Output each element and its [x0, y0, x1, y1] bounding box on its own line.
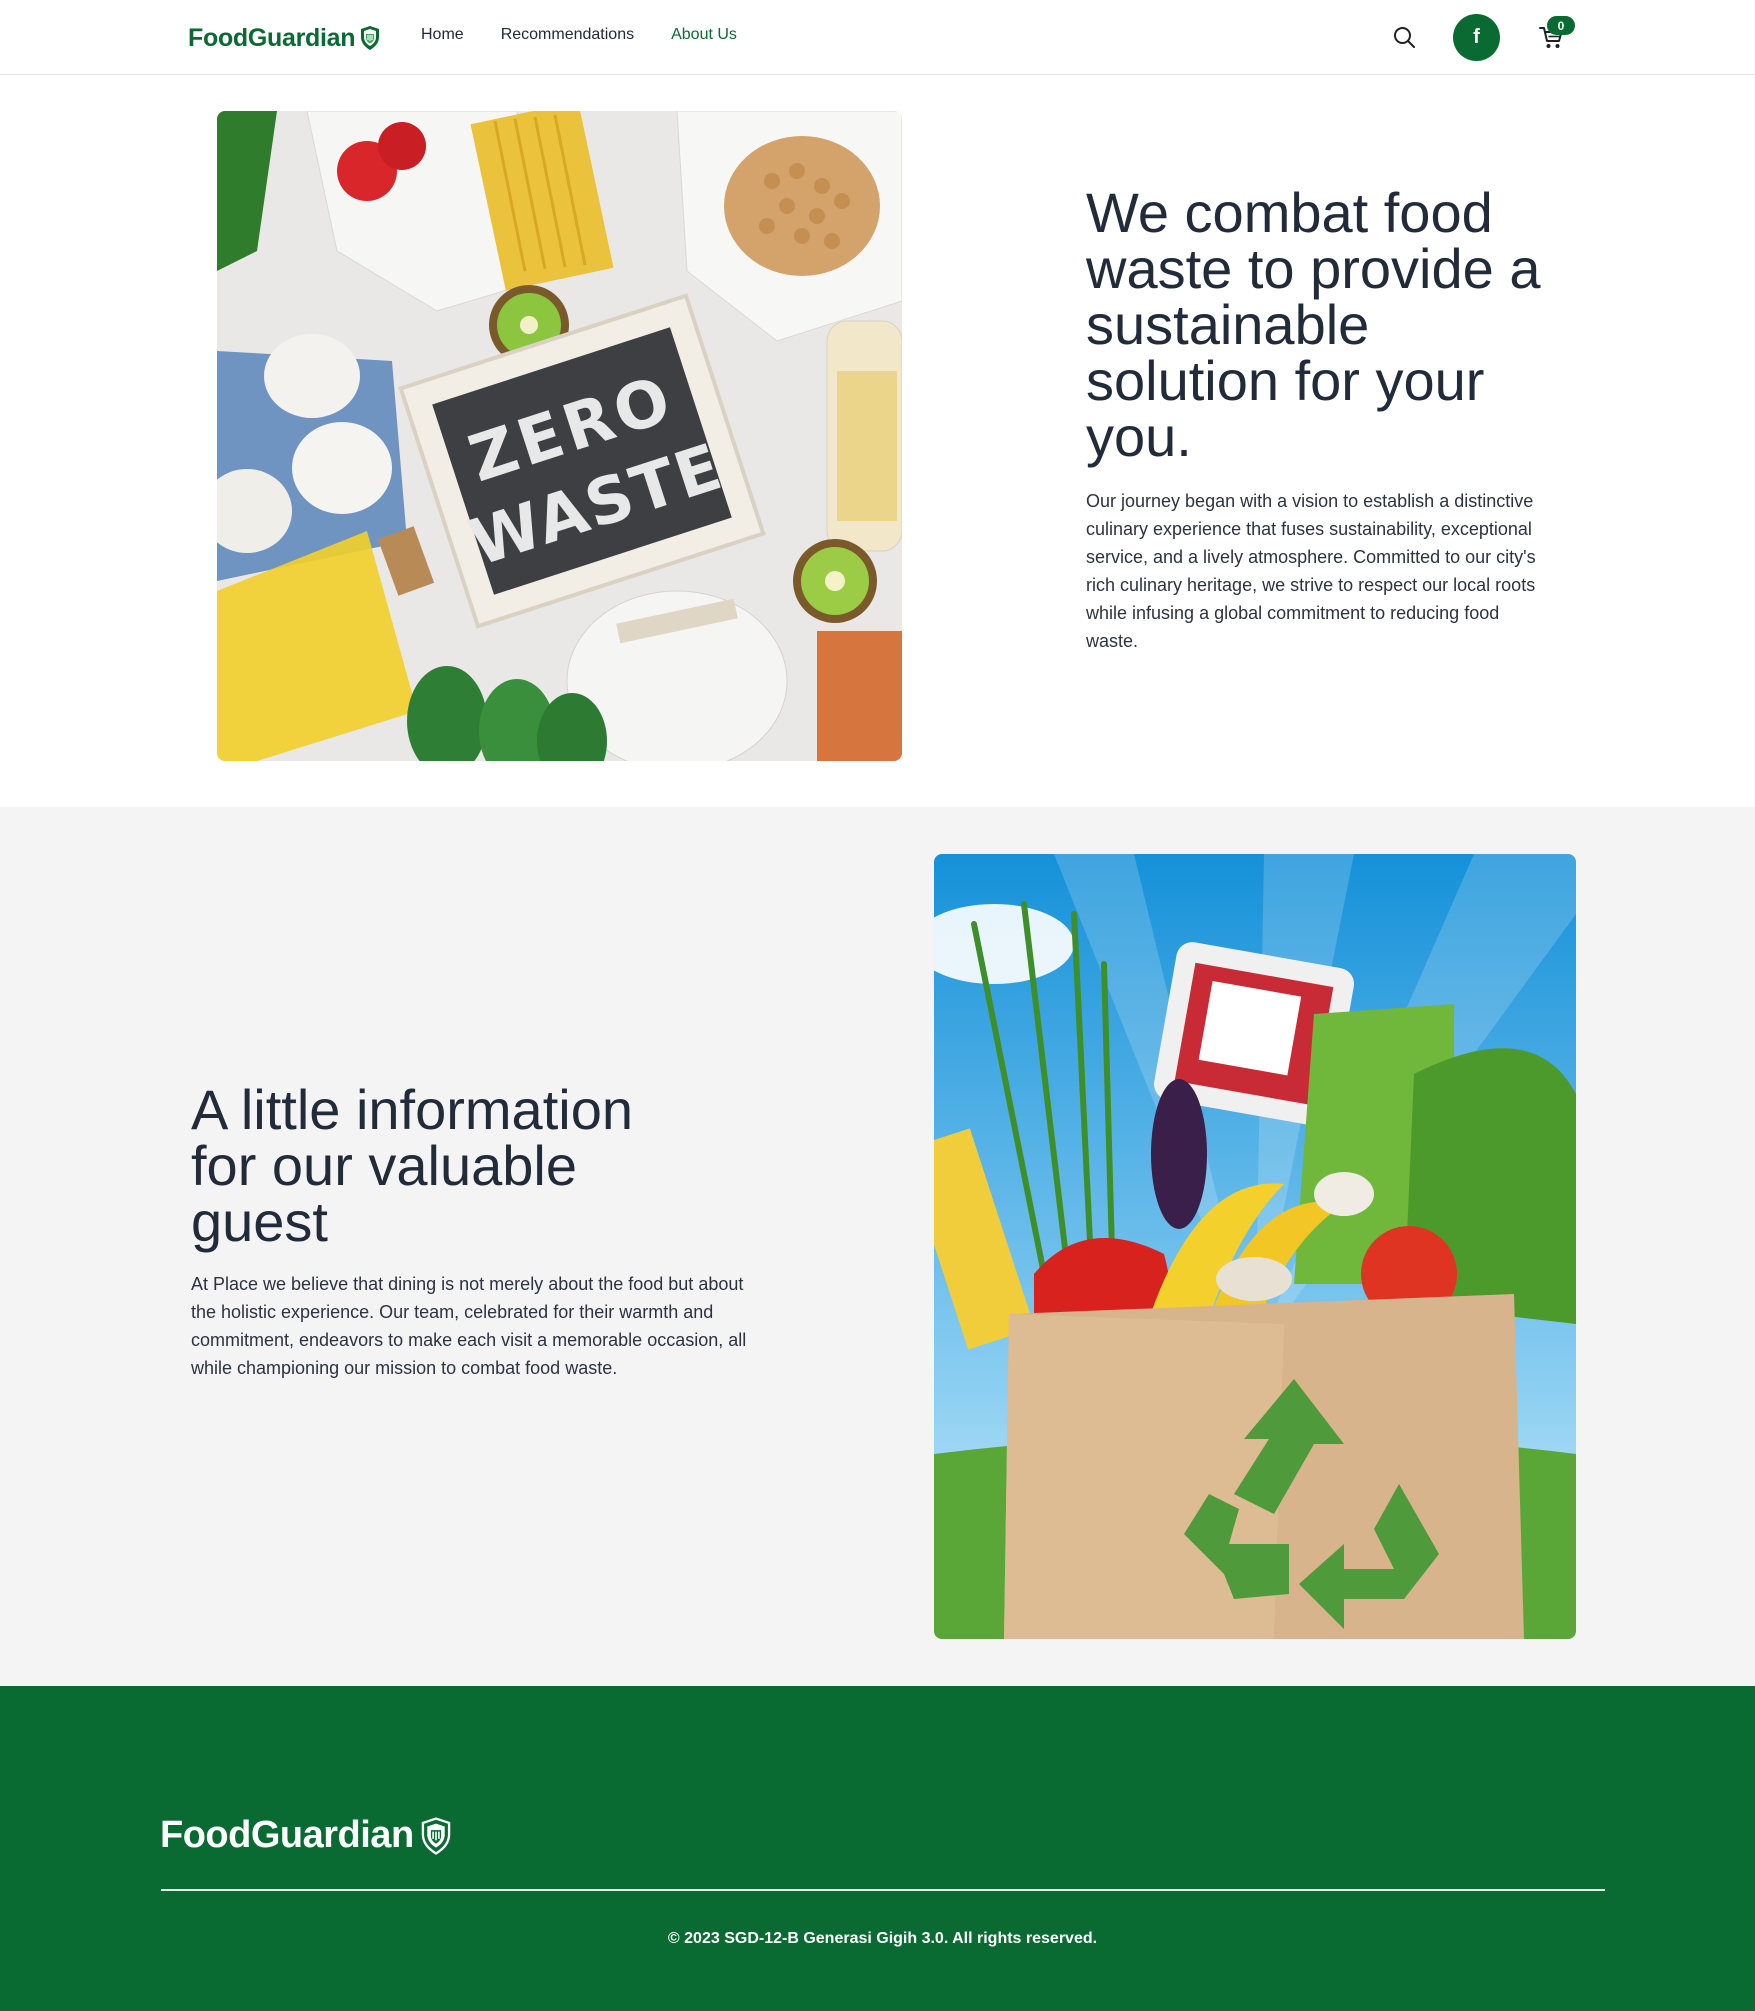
- brand-logo[interactable]: FoodGuardian: [188, 22, 381, 54]
- info-heading: A little information for our valuable gu…: [191, 1078, 633, 1253]
- zero-waste-illustration: ZERO WASTE: [217, 111, 902, 761]
- nav-recommendations[interactable]: Recommendations: [501, 26, 634, 44]
- cart-count-badge: 0: [1547, 16, 1575, 35]
- search-icon[interactable]: [1392, 25, 1416, 49]
- footer-brand-name: FoodGuardian: [160, 1814, 414, 1856]
- grocery-bag-image: [934, 854, 1576, 1639]
- avatar-initial: f: [1473, 26, 1480, 48]
- shield-icon: [361, 26, 380, 50]
- footer-logo[interactable]: FoodGuardian: [160, 1814, 452, 1857]
- info-section: A little information for our valuable gu…: [0, 807, 1755, 1686]
- about-body: Our journey began with a vision to estab…: [1086, 491, 1536, 651]
- nav-about-us[interactable]: About Us: [671, 26, 737, 44]
- brand-name: FoodGuardian: [188, 23, 356, 52]
- nav-home[interactable]: Home: [421, 26, 464, 44]
- about-section: ZERO WASTE We combat food waste to provi…: [0, 76, 1755, 807]
- grocery-bag-illustration: [934, 854, 1576, 1639]
- site-footer: FoodGuardian © 2023 SGD-12-B Generasi Gi…: [0, 1686, 1755, 2011]
- zero-waste-image: ZERO WASTE: [217, 111, 902, 761]
- user-avatar[interactable]: f: [1453, 14, 1500, 61]
- info-body: At Place we believe that dining is not m…: [191, 1274, 747, 1378]
- main-nav: Home Recommendations About Us: [421, 26, 737, 44]
- site-header: FoodGuardian Home Recommendations About …: [0, 0, 1755, 75]
- shield-icon: [421, 1816, 450, 1855]
- footer-divider: [161, 1889, 1605, 1891]
- copyright-text: © 2023 SGD-12-B Generasi Gigih 3.0. All …: [667, 1930, 1098, 1947]
- about-heading: We combat food waste to provide a sustai…: [1086, 181, 1541, 468]
